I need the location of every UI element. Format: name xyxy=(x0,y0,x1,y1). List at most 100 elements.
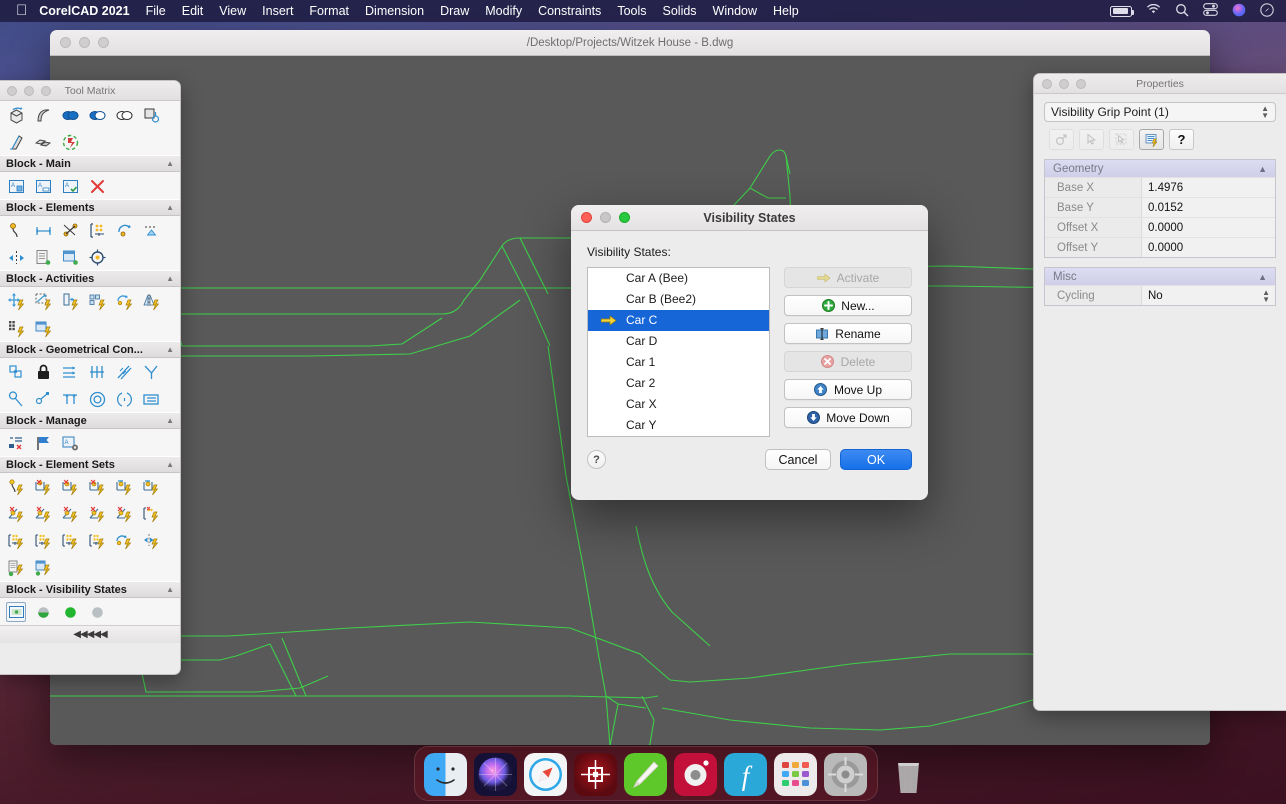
grip-point-icon[interactable] xyxy=(5,219,27,241)
tool-group-header-block-main[interactable]: Block - Main ▲ xyxy=(0,155,180,172)
menu-item-window[interactable]: Window xyxy=(713,4,757,18)
minimize-button[interactable] xyxy=(79,37,90,48)
menu-item-constraints[interactable]: Constraints xyxy=(538,4,601,18)
linear-parameter-icon[interactable] xyxy=(32,219,54,241)
menu-item-solids[interactable]: Solids xyxy=(663,4,697,18)
tool-row[interactable]: A A A xyxy=(0,172,180,199)
chevron-up-icon[interactable]: ▲ xyxy=(1258,272,1267,282)
xy-move-set-icon[interactable] xyxy=(5,530,27,552)
tool-group-header-block-activities[interactable]: Block - Activities ▲ xyxy=(0,270,180,287)
linear-stretch2-set-icon[interactable] xyxy=(113,476,135,498)
property-value-cycling[interactable]: No ▲▼ xyxy=(1141,286,1275,305)
cancel-button[interactable]: Cancel xyxy=(765,449,831,470)
list-item[interactable]: Car D xyxy=(588,331,769,352)
move-up-button[interactable]: Move Up xyxy=(784,379,912,400)
properties-title-bar[interactable]: Properties xyxy=(1034,74,1286,94)
block-rotate-icon[interactable] xyxy=(5,104,27,126)
tool-group-header-block-elements[interactable]: Block - Elements ▲ xyxy=(0,199,180,216)
visibility-half-icon[interactable] xyxy=(32,601,54,623)
collinear-constraint-icon[interactable] xyxy=(32,388,54,410)
system-preferences-icon[interactable] xyxy=(824,753,867,796)
coincident-constraint-icon[interactable] xyxy=(5,361,27,383)
polar-array-set-icon[interactable] xyxy=(59,503,81,525)
chevron-up-icon[interactable]: ▲ xyxy=(1258,164,1267,174)
launchpad-icon[interactable] xyxy=(774,753,817,796)
list-item[interactable]: Car Y xyxy=(588,415,769,436)
block-sweep-icon[interactable] xyxy=(32,104,54,126)
rotation-set-icon[interactable] xyxy=(113,530,135,552)
menu-item-view[interactable]: View xyxy=(219,4,246,18)
active-app-name[interactable]: CorelCAD 2021 xyxy=(39,4,129,18)
tool-row[interactable] xyxy=(0,243,180,270)
chevron-updown-icon[interactable]: ▲▼ xyxy=(1261,105,1269,119)
chevron-up-icon[interactable]: ▲ xyxy=(166,585,174,594)
safari-icon[interactable] xyxy=(524,753,567,796)
block-subtract-icon[interactable] xyxy=(113,104,135,126)
notes-pencil-icon[interactable] xyxy=(624,753,667,796)
block-properties-icon[interactable] xyxy=(1139,129,1164,150)
property-value-offset-x[interactable]: 0.0000 xyxy=(1141,218,1275,237)
block-table-set-icon[interactable] xyxy=(32,557,54,579)
block-flag-copy-icon[interactable] xyxy=(140,104,162,126)
quick-select-icon[interactable] xyxy=(1049,129,1074,150)
cad-title-bar[interactable]: /Desktop/Projects/Witzek House - B.dwg xyxy=(50,30,1210,56)
siri-icon[interactable] xyxy=(1232,3,1246,20)
polar-parameter-icon[interactable] xyxy=(59,219,81,241)
block-table-icon[interactable] xyxy=(32,246,54,268)
menu-item-tools[interactable]: Tools xyxy=(617,4,646,18)
xy-move2-set-icon[interactable] xyxy=(86,530,108,552)
xy-array2-set-icon[interactable] xyxy=(59,530,81,552)
concentric-constraint-icon[interactable] xyxy=(5,388,27,410)
linear-array-set-icon[interactable] xyxy=(86,476,108,498)
block-union-filled-icon[interactable] xyxy=(59,104,81,126)
help-icon[interactable]: ? xyxy=(1169,129,1194,150)
fix-constraint-icon[interactable] xyxy=(32,361,54,383)
list-item[interactable]: Car A (Bee) xyxy=(588,268,769,289)
list-item[interactable]: Car 2 xyxy=(588,373,769,394)
tool-group-header-block-geometrical-constraints[interactable]: Block - Geometrical Con... ▲ xyxy=(0,341,180,358)
rotate-action-icon[interactable] xyxy=(113,290,135,312)
visibility-states-list[interactable]: Car A (Bee) Car B (Bee2) Car C Car D Car… xyxy=(587,267,770,437)
block-settings-icon[interactable]: A xyxy=(59,432,81,454)
list-item[interactable]: Car 1 xyxy=(588,352,769,373)
tool-row[interactable] xyxy=(0,358,180,385)
xy-stretch-set-icon[interactable] xyxy=(32,530,54,552)
equal-constraint-icon[interactable] xyxy=(113,388,135,410)
tool-group-header-block-visibility-states[interactable]: Block - Visibility States ▲ xyxy=(0,581,180,598)
activate-button[interactable]: Activate xyxy=(784,267,912,288)
pick-entity-icon[interactable] xyxy=(1079,129,1104,150)
properties-toolbar[interactable]: ? xyxy=(1049,129,1286,150)
section-header-misc[interactable]: Misc ▲ xyxy=(1045,268,1275,285)
block-close-icon[interactable] xyxy=(86,175,108,197)
scale-action-icon[interactable] xyxy=(32,290,54,312)
entity-selector-dropdown[interactable]: Visibility Grip Point (1) ▲▼ xyxy=(1044,102,1276,122)
vertical-constraint-icon[interactable] xyxy=(59,388,81,410)
dialog-title-bar[interactable]: Visibility States xyxy=(571,205,928,231)
window-controls[interactable] xyxy=(50,37,109,48)
xy-array-set-icon[interactable] xyxy=(140,503,162,525)
new-button[interactable]: New... xyxy=(784,295,912,316)
tool-row[interactable] xyxy=(0,385,180,412)
move-action-icon[interactable] xyxy=(5,290,27,312)
search-icon[interactable] xyxy=(1175,3,1189,20)
finder-icon[interactable] xyxy=(424,753,467,796)
delete-button[interactable]: Delete xyxy=(784,351,912,372)
stretch-action-icon[interactable] xyxy=(59,290,81,312)
chevron-up-icon[interactable]: ▲ xyxy=(166,203,174,212)
lookup-table-icon[interactable] xyxy=(86,219,108,241)
tool-row[interactable] xyxy=(0,216,180,243)
list-item-selected[interactable]: Car C xyxy=(588,310,769,331)
menu-item-edit[interactable]: Edit xyxy=(182,4,204,18)
tool-row[interactable] xyxy=(0,128,180,155)
block-intersect-icon[interactable] xyxy=(86,104,108,126)
move-down-button[interactable]: Move Down xyxy=(784,407,912,428)
block-edit-icon[interactable]: A xyxy=(32,175,54,197)
block-save-icon[interactable]: A xyxy=(59,175,81,197)
list-item[interactable]: Car X xyxy=(588,394,769,415)
point-move-set-icon[interactable] xyxy=(5,476,27,498)
pick-subentity-icon[interactable] xyxy=(1109,129,1134,150)
block-pair-icon[interactable] xyxy=(32,131,54,153)
flip-parameter-icon[interactable] xyxy=(5,246,27,268)
parallel-constraint-icon[interactable] xyxy=(59,361,81,383)
section-header-geometry[interactable]: Geometry ▲ xyxy=(1045,160,1275,177)
